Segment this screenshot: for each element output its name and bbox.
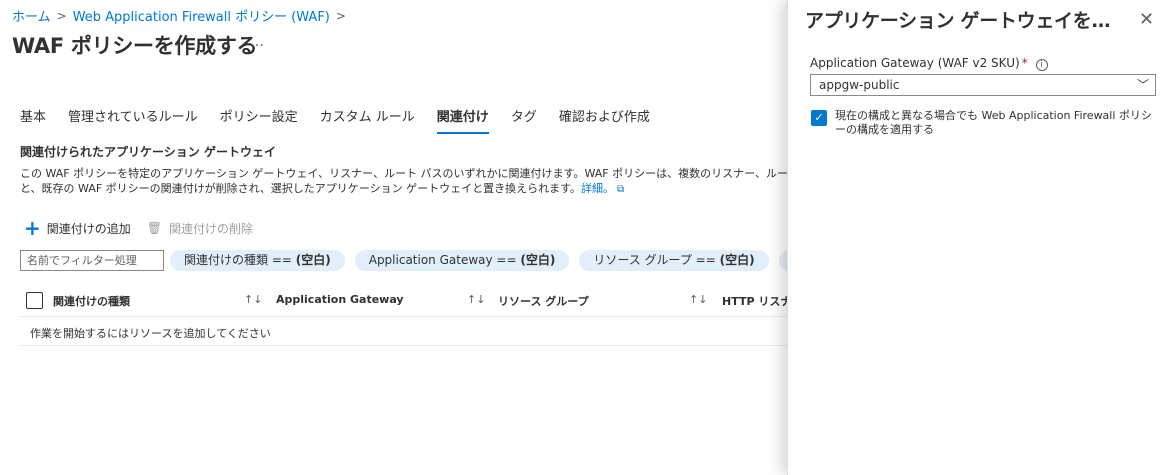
column-header-application-gateway[interactable]: Application Gateway xyxy=(276,293,404,306)
pill-value: (空白) xyxy=(520,253,556,267)
section-description: この WAF ポリシーを特定のアプリケーション ゲートウェイ、リスナー、ルート … xyxy=(20,166,787,197)
pill-key: 関連付けの種類 == xyxy=(184,253,296,267)
breadcrumb-separator: > xyxy=(335,8,346,23)
tab-basics[interactable]: 基本 xyxy=(20,106,46,134)
toolbar: + 関連付けの追加 🗑 関連付けの削除 xyxy=(24,216,269,240)
description-line-2: と、既存の WAF ポリシーの関連付けが削除され、選択したアプリケーション ゲー… xyxy=(20,181,787,197)
section-title: 関連付けられたアプリケーション ゲートウェイ xyxy=(20,145,276,159)
sort-icon[interactable]: ↑↓ xyxy=(689,293,707,306)
application-gateway-field-label: Application Gateway (WAF v2 SKU) * i xyxy=(810,56,1048,71)
field-label-text: Application Gateway (WAF v2 SKU) xyxy=(810,56,1020,70)
checkmark-icon: ✓ xyxy=(814,111,824,124)
tab-association[interactable]: 関連付け xyxy=(436,106,489,134)
breadcrumb-separator: > xyxy=(56,8,67,23)
info-icon[interactable]: i xyxy=(1035,59,1048,71)
apply-config-checkbox[interactable]: ✓ xyxy=(811,110,827,126)
pill-key: リソース グループ == xyxy=(593,253,720,267)
filter-pill-association-type[interactable]: 関連付けの種類 == (空白) xyxy=(170,250,345,271)
column-header-http-listener[interactable]: HTTP リスナー xyxy=(722,293,787,309)
column-header-resource-group[interactable]: リソース グループ xyxy=(498,293,589,309)
breadcrumb-home-link[interactable]: ホーム xyxy=(12,6,51,25)
filter-pill-resource-group[interactable]: リソース グループ == (空白) xyxy=(579,250,769,271)
chevron-down-icon: ﹀ xyxy=(1136,78,1149,92)
column-header-association-type[interactable]: 関連付けの種類 xyxy=(53,293,130,309)
pill-value: (空白) xyxy=(719,253,755,267)
panel-title: アプリケーション ゲートウェイを関連付ける xyxy=(805,10,1120,32)
tab-tags[interactable]: タグ xyxy=(511,106,537,134)
add-association-button[interactable]: + 関連付けの追加 xyxy=(24,216,131,240)
pill-value: (空白) xyxy=(295,253,331,267)
table-header: 関連付けの種類 ↑↓ Application Gateway ↑↓ リソース グ… xyxy=(20,289,787,317)
tab-policy-settings[interactable]: ポリシー設定 xyxy=(220,106,298,134)
breadcrumb-waf-link[interactable]: Web Application Firewall ポリシー (WAF) xyxy=(73,6,330,25)
close-icon[interactable]: ✕ xyxy=(1139,9,1154,30)
select-all-checkbox[interactable] xyxy=(26,292,43,309)
sort-icon[interactable]: ↑↓ xyxy=(244,293,262,306)
page-title: WAF ポリシーを作成する xyxy=(12,34,258,58)
tab-bar: 基本 管理されているルール ポリシー設定 カスタム ルール 関連付け タグ 確認… xyxy=(20,106,672,134)
filter-by-name-input[interactable] xyxy=(20,250,164,271)
filter-pill-http[interactable]: HTTP xyxy=(778,250,787,271)
tab-custom-rules[interactable]: カスタム ルール xyxy=(320,106,415,134)
pill-key: Application Gateway == xyxy=(368,253,521,267)
sort-icon[interactable]: ↑↓ xyxy=(467,293,485,306)
application-gateway-dropdown[interactable]: appgw-public ﹀ xyxy=(810,74,1156,96)
learn-more-link[interactable]: 詳細。 xyxy=(581,182,614,195)
plus-icon: + xyxy=(24,216,41,240)
main-content: ホーム > Web Application Firewall ポリシー (WAF… xyxy=(0,0,787,475)
filter-pill-application-gateway[interactable]: Application Gateway == (空白) xyxy=(354,250,570,271)
description-text: と、既存の WAF ポリシーの関連付けが削除され、選択したアプリケーション ゲー… xyxy=(20,182,581,195)
delete-association-button[interactable]: 🗑 関連付けの削除 xyxy=(147,220,253,237)
associate-gateway-panel: アプリケーション ゲートウェイを関連付ける ✕ Application Gate… xyxy=(787,0,1170,475)
required-marker: * xyxy=(1021,56,1028,70)
delete-association-label: 関連付けの削除 xyxy=(169,221,254,236)
description-line-1: この WAF ポリシーを特定のアプリケーション ゲートウェイ、リスナー、ルート … xyxy=(20,167,787,180)
dropdown-selected-value: appgw-public xyxy=(819,78,900,92)
apply-config-checkbox-label[interactable]: 現在の構成と異なる場合でも Web Application Firewall ポ… xyxy=(835,109,1155,137)
tab-managed-rules[interactable]: 管理されているルール xyxy=(68,106,198,134)
tab-review-create[interactable]: 確認および作成 xyxy=(559,106,650,134)
table-empty-row: 作業を開始するにはリソースを追加してください xyxy=(20,318,787,346)
filter-pills: 関連付けの種類 == (空白) Application Gateway == (… xyxy=(170,250,787,271)
external-link-icon: ⧉ xyxy=(616,184,625,195)
trash-icon: 🗑 xyxy=(146,221,163,235)
add-association-label: 関連付けの追加 xyxy=(46,221,131,236)
empty-message: 作業を開始するにはリソースを追加してください xyxy=(30,327,271,340)
breadcrumb: ホーム > Web Application Firewall ポリシー (WAF… xyxy=(12,6,352,26)
more-options-button[interactable]: … xyxy=(250,34,265,50)
